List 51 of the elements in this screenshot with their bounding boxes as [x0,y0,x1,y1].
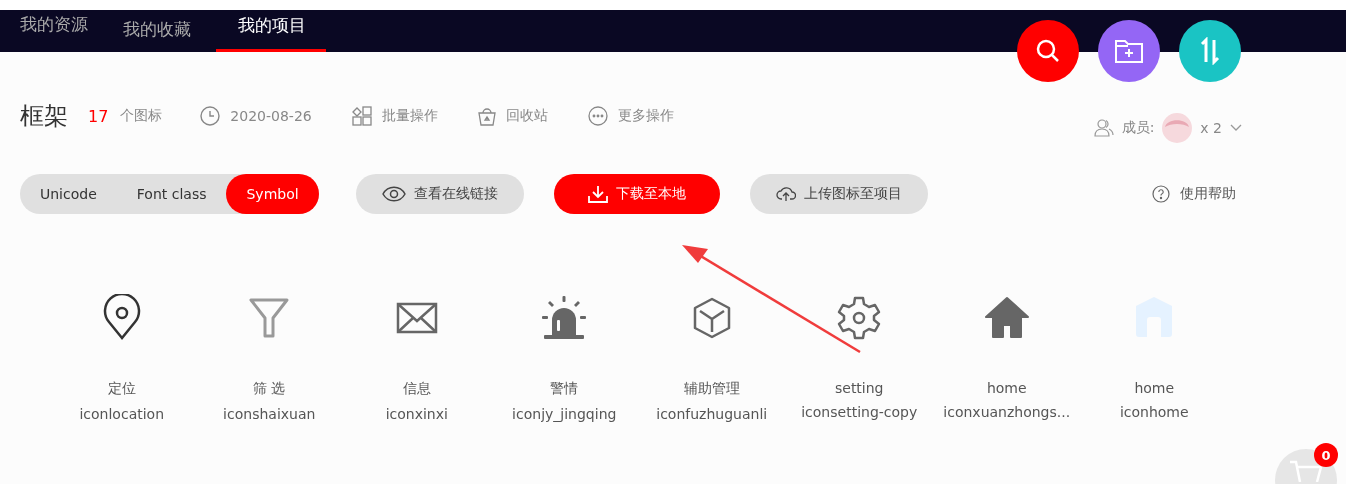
eye-icon [381,186,406,202]
upload-button[interactable]: 上传图标至项目 [749,174,928,214]
basket-icon [477,106,496,126]
icon-name: 定位 [107,380,136,398]
cloud-upload-icon [775,186,796,202]
icon-name: 筛 选 [253,380,286,398]
project-date: 2020-08-26 [230,108,312,124]
icon-name: home [986,380,1027,396]
cart-badge: 0 [1314,443,1338,467]
icon-count-label: 个图标 [120,107,163,125]
icon-name: setting [834,380,884,396]
folder-plus-icon [1114,38,1144,64]
icon-count: 17 [88,106,109,126]
action-link[interactable]: 回收站 [477,106,548,126]
icon-name: home [1134,380,1175,396]
format-tab[interactable]: Font class [116,174,227,214]
icon-code: iconlocation [79,406,165,422]
icon-code: iconxuanzhongs... [943,404,1071,420]
action-link[interactable]: 批量操作 [351,106,438,126]
nav-tab[interactable]: 我的资源 [0,10,108,52]
grid-icon [351,106,372,126]
more-icon [587,106,608,126]
icon-name: 辅助管理 [683,380,740,398]
icon-code: iconsetting-copy [801,404,918,420]
format-tab[interactable]: Symbol [226,174,319,214]
siren-icon[interactable] [540,294,589,342]
help-link[interactable]: 使用帮助 [1146,184,1242,204]
clock-icon [200,106,221,126]
nav-tab[interactable]: 我的项目 [216,10,326,52]
members-label: 成员: [1121,119,1155,137]
nav-tab[interactable]: 我的收藏 [108,10,216,52]
download-icon [587,185,608,203]
icon-name: 信息 [402,380,431,398]
users-icon [1093,119,1114,137]
search-icon [1035,38,1061,64]
download-button[interactable]: 下载至本地 [553,174,720,214]
action-link[interactable]: 更多操作 [587,106,674,126]
help-icon [1152,185,1170,203]
member-count: x 2 [1200,120,1222,136]
icon-code: iconxinxi [385,406,448,422]
project-title: 框架 [20,101,68,132]
icon-code: iconjy_jingqing [512,406,617,422]
avatar [1162,113,1193,143]
icon-name: 警情 [550,380,579,398]
view-link-button[interactable]: 查看在线链接 [355,174,524,214]
icon-code: iconhome [1119,404,1189,420]
icon-code: iconshaixuan [223,406,316,422]
chevron-down-icon[interactable] [1230,124,1242,132]
icon-code: iconfuzhuguanli [656,406,768,422]
cart-icon [1288,458,1324,482]
format-tab[interactable]: Unicode [20,174,117,214]
